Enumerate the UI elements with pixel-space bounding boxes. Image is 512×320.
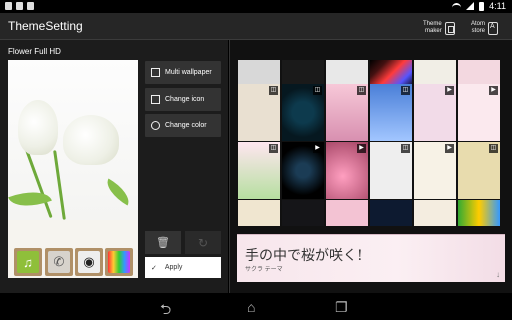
theme-thumbnail[interactable]: ◫: [458, 142, 500, 199]
multi-wallpaper-badge: ◫: [357, 86, 366, 95]
banner-title: 手の中で桜が咲く!: [245, 248, 363, 264]
refresh-button[interactable]: ↻: [185, 231, 221, 254]
theme-thumbnail[interactable]: ◫: [370, 142, 412, 199]
tulip-flower: [18, 100, 58, 155]
wifi-icon: [452, 2, 462, 10]
theme-thumbnail[interactable]: ◫: [326, 84, 368, 141]
store-icon: [488, 21, 499, 35]
multi-wallpaper-icon: [151, 68, 160, 77]
status-bar: 4:11: [0, 0, 512, 13]
delete-button[interactable]: 🗑: [145, 231, 181, 254]
theme-thumbnail[interactable]: [370, 200, 412, 226]
back-icon[interactable]: ⮌: [160, 299, 171, 320]
change-color-button[interactable]: Change color: [145, 114, 221, 137]
download-icon: ↓: [496, 270, 500, 279]
multi-wallpaper-badge: ◫: [489, 144, 498, 153]
checkmark-icon: ✓: [151, 264, 157, 272]
theme-thumbnail[interactable]: ▶: [414, 84, 456, 141]
theme-thumbnail[interactable]: [414, 200, 456, 226]
dock-icon-camera: ◉: [75, 248, 103, 276]
play-badge: ▶: [445, 144, 454, 153]
play-badge: ▶: [445, 86, 454, 95]
wallpaper-preview: [8, 60, 138, 220]
theme-maker-label: Theme maker: [423, 21, 442, 34]
theme-thumbnail[interactable]: ◫: [370, 84, 412, 141]
eyedropper-icon: [151, 121, 160, 130]
theme-thumbnail[interactable]: [326, 200, 368, 226]
flower-stem: [53, 150, 66, 220]
multi-wallpaper-badge: ◫: [401, 144, 410, 153]
theme-thumbnail[interactable]: [458, 200, 500, 226]
change-icon-button[interactable]: Change icon: [145, 88, 221, 111]
play-badge: ▶: [489, 86, 498, 95]
refresh-icon: ↻: [197, 235, 209, 250]
theme-name: Flower Full HD: [8, 47, 61, 56]
theme-thumbnail[interactable]: ▶: [326, 142, 368, 199]
change-color-label: Change color: [165, 122, 207, 129]
multi-wallpaper-badge: ◫: [313, 86, 322, 95]
theme-thumbnail[interactable]: ◫: [238, 84, 280, 141]
theme-preview: ♫ ✆ ◉: [8, 60, 138, 278]
recents-icon[interactable]: ❐: [335, 299, 348, 316]
clock: 4:11: [489, 1, 506, 11]
change-icon-label: Change icon: [165, 96, 205, 103]
multi-wallpaper-badge: ◫: [401, 86, 410, 95]
theme-maker-button[interactable]: Theme maker: [423, 18, 455, 38]
apply-label: Apply: [164, 264, 183, 271]
cell-signal-icon: [466, 2, 475, 10]
battery-icon: [479, 1, 485, 11]
theme-thumbnail[interactable]: ◫: [282, 84, 324, 141]
app-title: ThemeSetting: [8, 19, 83, 33]
home-icon[interactable]: ⌂: [247, 299, 255, 315]
theme-thumbnail[interactable]: ▶: [414, 142, 456, 199]
atom-store-button[interactable]: Atom store: [471, 18, 499, 38]
music-note-icon: ♫: [17, 251, 39, 273]
atom-store-label: Atom store: [471, 21, 486, 34]
trash-icon: 🗑: [156, 237, 170, 249]
leaf: [8, 183, 52, 215]
apply-button[interactable]: ✓ Apply: [145, 257, 221, 278]
promo-banner[interactable]: 手の中で桜が咲く! サクラ テーマ ↓: [237, 234, 505, 282]
leaf: [101, 178, 135, 206]
grid-icon: [151, 95, 160, 104]
phone-icon: ✆: [48, 251, 70, 273]
tv-icon: [108, 251, 130, 273]
camera-icon: ◉: [78, 251, 100, 273]
dock-icon-music: ♫: [14, 248, 42, 276]
dock-icon-tv: [105, 248, 133, 276]
notification-icon: [16, 2, 23, 10]
theme-thumbnail[interactable]: [282, 200, 324, 226]
dock-icon-phone: ✆: [45, 248, 73, 276]
theme-thumbnail[interactable]: ▶: [282, 142, 324, 199]
notification-icon: [27, 2, 34, 10]
banner-subtitle: サクラ テーマ: [245, 267, 283, 273]
multi-wallpaper-badge: ◫: [269, 86, 278, 95]
theme-thumbnail[interactable]: ◫: [238, 142, 280, 199]
play-badge: ▶: [357, 144, 366, 153]
theme-maker-icon: [444, 21, 455, 35]
tulip-flower: [63, 115, 119, 165]
notification-icon: [5, 2, 12, 10]
multi-wallpaper-label: Multi wallpaper: [165, 69, 212, 76]
action-bar: ThemeSetting Theme maker Atom store: [0, 13, 512, 40]
theme-thumbnail[interactable]: ▶: [458, 84, 500, 141]
theme-thumbnail[interactable]: [238, 200, 280, 226]
multi-wallpaper-button[interactable]: Multi wallpaper: [145, 61, 221, 84]
navigation-bar: ⮌ ⌂ ❐: [0, 294, 512, 320]
multi-wallpaper-badge: ◫: [269, 144, 278, 153]
play-badge: ▶: [313, 144, 322, 153]
notification-icons: [5, 2, 34, 10]
status-right: 4:11: [452, 1, 506, 11]
